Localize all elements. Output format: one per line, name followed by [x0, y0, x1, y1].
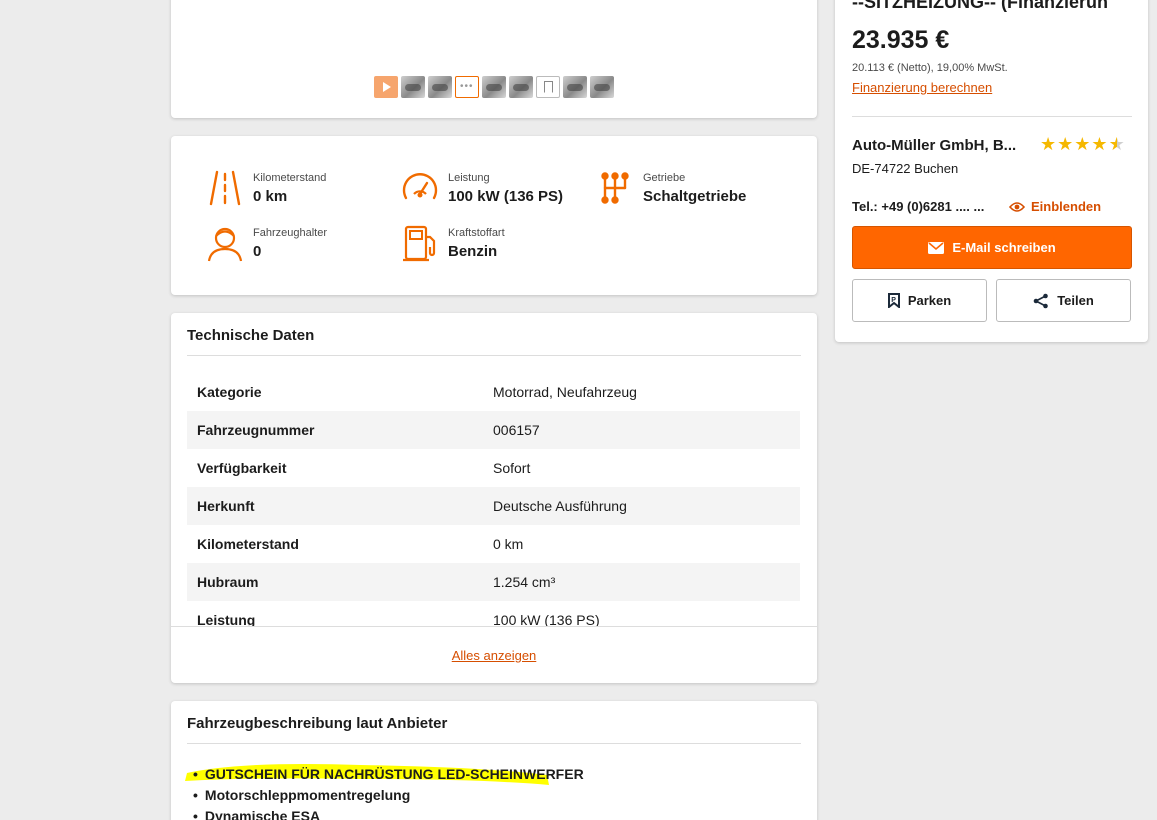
table-row: Verfügbarkeit Sofort — [187, 449, 800, 487]
park-button-label: Parken — [907, 293, 952, 308]
fact-power: Leistung 100 kW (136 PS) — [400, 168, 563, 208]
price: 23.935 € — [852, 26, 950, 54]
row-value: 1.254 cm³ — [493, 574, 556, 590]
fact-value: Benzin — [448, 243, 498, 260]
road-icon — [209, 170, 241, 206]
row-value: Deutsche Ausführung — [493, 498, 627, 514]
reveal-phone-button[interactable]: Einblenden — [1009, 199, 1101, 214]
divider — [852, 116, 1132, 117]
row-value: Sofort — [493, 460, 531, 476]
person-icon — [207, 227, 243, 262]
table-row: Fahrzeugnummer 006157 — [187, 411, 800, 449]
fact-label: Kraftstoffart — [448, 227, 505, 239]
row-key: Kategorie — [197, 384, 262, 400]
fact-transmission: Getriebe Schaltgetriebe — [595, 168, 746, 208]
section-title: Fahrzeugbeschreibung laut Anbieter — [187, 715, 448, 732]
photo-thumbnail[interactable] — [482, 76, 506, 98]
table-row: Leistung 100 kW (136 PS) — [187, 601, 800, 626]
photo-thumbnail[interactable] — [509, 76, 533, 98]
show-all-container: Alles anzeigen — [171, 647, 817, 665]
bookmark-icon: P — [887, 293, 900, 308]
fact-value: Schaltgetriebe — [643, 188, 747, 205]
bookmark-icon — [544, 81, 553, 93]
email-button[interactable]: E-Mail schreiben — [852, 226, 1132, 269]
list-item: Motorschleppmomentregelung — [193, 784, 584, 805]
fact-label: Kilometerstand — [253, 172, 327, 184]
phone-number: Tel.: +49 (0)6281 .... ... — [852, 199, 985, 214]
table-row: Herkunft Deutsche Ausführung — [187, 487, 800, 525]
table-row: Hubraum 1.254 cm³ — [187, 563, 800, 601]
share-icon — [1033, 293, 1048, 308]
table-row: Kilometerstand 0 km — [187, 525, 800, 563]
table-row: Kategorie Motorrad, Neufahrzeug — [187, 373, 800, 411]
row-value: Motorrad, Neufahrzeug — [493, 384, 637, 400]
share-button[interactable]: Teilen — [996, 279, 1131, 322]
photo-thumbnail[interactable] — [428, 76, 452, 98]
row-key: Hubraum — [197, 574, 259, 590]
tech-data-table: Kategorie Motorrad, Neufahrzeug Fahrzeugn… — [187, 373, 800, 626]
thumbnail-strip: ••• — [374, 76, 614, 98]
video-thumbnail[interactable] — [374, 76, 398, 98]
section-title: Technische Daten — [187, 327, 315, 344]
park-thumbnail[interactable] — [536, 76, 560, 98]
fact-label: Getriebe — [643, 172, 686, 184]
row-key: Kilometerstand — [197, 536, 299, 552]
dealer-location: DE-74722 Buchen — [852, 161, 959, 176]
list-item: Dynamische ESA — [193, 805, 584, 820]
play-icon — [383, 82, 391, 92]
fact-value: 0 — [253, 243, 262, 260]
star-icon: ★ — [1057, 134, 1074, 154]
photo-thumbnail[interactable] — [401, 76, 425, 98]
finance-calculator-link[interactable]: Finanzierung berechnen — [852, 80, 992, 95]
divider — [171, 626, 817, 627]
description-list: GUTSCHEIN FÜR NACHRÜSTUNG LED-SCHEINWERF… — [193, 763, 584, 820]
divider — [187, 743, 801, 744]
fact-owners: Fahrzeughalter 0 — [205, 223, 327, 263]
speedometer-icon — [402, 173, 438, 200]
fact-value: 0 km — [253, 188, 288, 205]
fact-mileage: Kilometerstand 0 km — [205, 168, 326, 208]
share-button-label: Teilen — [1057, 293, 1094, 308]
net-price: 20.113 € (Netto), 19,00% MwSt. — [852, 62, 1008, 74]
half-star-icon: ★ — [1108, 134, 1125, 154]
gearshift-icon — [601, 172, 629, 204]
fact-label: Fahrzeughalter — [253, 227, 327, 239]
row-value: 0 km — [493, 536, 524, 552]
fact-fuel: Kraftstoffart Benzin — [400, 223, 505, 263]
star-icon: ★ — [1091, 134, 1108, 154]
list-item: GUTSCHEIN FÜR NACHRÜSTUNG LED-SCHEINWERF… — [193, 763, 584, 784]
svg-text:P: P — [891, 297, 896, 304]
show-all-link[interactable]: Alles anzeigen — [452, 648, 537, 663]
fact-label: Leistung — [448, 172, 490, 184]
row-key: Herkunft — [197, 498, 255, 514]
more-photos-thumbnail[interactable]: ••• — [455, 76, 479, 98]
row-value: 100 kW (136 PS) — [493, 612, 600, 626]
row-key: Fahrzeugnummer — [197, 422, 315, 438]
row-key: Leistung — [197, 612, 256, 626]
divider — [187, 355, 801, 356]
key-facts-card: Kilometerstand 0 km Leistung 100 kW (136… — [171, 136, 817, 295]
reveal-label: Einblenden — [1031, 199, 1102, 214]
star-icon: ★ — [1074, 134, 1091, 154]
envelope-icon — [928, 241, 945, 254]
image-gallery: ••• — [171, 0, 817, 118]
dealer-name[interactable]: Auto-Müller GmbH, B... — [852, 137, 1016, 154]
photo-thumbnail[interactable] — [590, 76, 614, 98]
park-button[interactable]: P Parken — [852, 279, 987, 322]
technical-data-card: Technische Daten Kategorie Motorrad, Neuf… — [171, 313, 817, 683]
fuel-pump-icon — [403, 225, 436, 262]
dots-icon: ••• — [460, 81, 474, 92]
description-card: Fahrzeugbeschreibung laut Anbieter GUTSC… — [171, 701, 817, 820]
eye-icon — [1009, 201, 1025, 212]
dealer-rating[interactable]: ★ ★ ★ ★ ★ — [1040, 135, 1125, 153]
row-key: Verfügbarkeit — [197, 460, 287, 476]
star-icon: ★ — [1040, 134, 1057, 154]
row-value: 006157 — [493, 422, 540, 438]
seller-panel: --SITZHEIZUNG-- (Finanzierun 23.935 € 20… — [835, 0, 1148, 342]
listing-title: --SITZHEIZUNG-- (Finanzierun — [852, 0, 1108, 12]
fact-value: 100 kW (136 PS) — [448, 188, 564, 205]
photo-thumbnail[interactable] — [563, 76, 587, 98]
email-button-label: E-Mail schreiben — [952, 240, 1056, 255]
